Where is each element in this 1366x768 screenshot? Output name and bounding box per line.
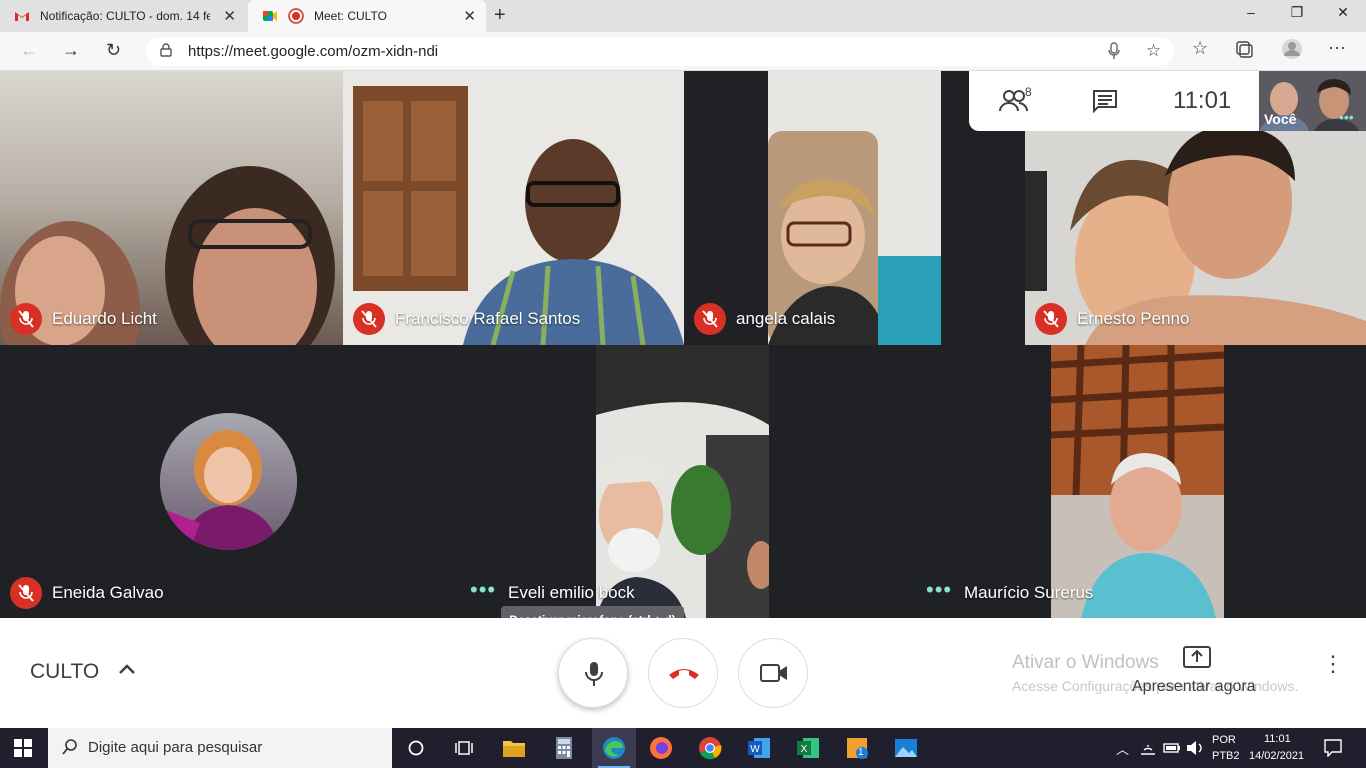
- meeting-clock: 11:01: [1173, 87, 1232, 114]
- more-options-icon[interactable]: ⋮: [1322, 653, 1344, 675]
- participant-name: Maurício Surerus: [964, 583, 1094, 602]
- tab-close-icon[interactable]: ✕: [223, 7, 236, 25]
- tab-meet[interactable]: Meet: CULTO ✕: [248, 0, 486, 32]
- keyboard-layout[interactable]: PTB2: [1212, 750, 1240, 762]
- back-icon[interactable]: ←: [20, 40, 38, 61]
- calculator-icon[interactable]: [551, 735, 577, 761]
- taskbar-date[interactable]: 14/02/2021: [1249, 750, 1304, 762]
- participant-name: Francisco Rafael Santos: [395, 309, 581, 328]
- audio-activity-icon: •••: [926, 577, 953, 602]
- browser-toolbar: ← → ↻ https://meet.google.com/ozm-xidn-n…: [0, 32, 1366, 71]
- notifications-icon[interactable]: [1324, 739, 1342, 762]
- excel-icon[interactable]: X: [795, 735, 821, 761]
- video-feed: [0, 71, 343, 345]
- meeting-title: CULTO: [30, 660, 100, 683]
- participant-name: angela calais: [736, 309, 836, 328]
- muted-mic-icon: [10, 303, 42, 335]
- tab-title: Notificação: CULTO - dom. 14 fev: [40, 9, 210, 23]
- video-feed: [596, 345, 775, 618]
- search-icon: [62, 739, 78, 760]
- microphone-permission-icon[interactable]: [1108, 42, 1120, 65]
- chrome-icon[interactable]: [697, 735, 723, 761]
- close-window-button[interactable]: ✕: [1320, 4, 1366, 21]
- participant-tile[interactable]: Francisco Rafael Santos: [343, 71, 684, 345]
- word-icon[interactable]: W: [746, 735, 772, 761]
- avatar: [160, 413, 297, 550]
- microphone-button[interactable]: [558, 638, 628, 708]
- audio-activity-icon: •••: [470, 577, 497, 602]
- taskbar-time[interactable]: 11:01: [1264, 733, 1291, 745]
- tab-gmail-notification[interactable]: Notificação: CULTO - dom. 14 fev ✕: [0, 0, 246, 32]
- recording-icon: [288, 8, 304, 24]
- collections-icon[interactable]: [1236, 41, 1254, 64]
- video-feed: [768, 71, 941, 345]
- tab-title: Meet: CULTO: [314, 9, 387, 23]
- camera-button[interactable]: [738, 638, 808, 708]
- search-placeholder: Digite aqui para pesquisar: [88, 739, 263, 756]
- participant-name: Ernesto Penno: [1077, 309, 1190, 328]
- url-text: https://meet.google.com/ozm-xidn-ndi: [188, 43, 439, 60]
- muted-mic-icon: [1035, 303, 1067, 335]
- participant-name: Eduardo Licht: [52, 309, 157, 328]
- profile-avatar[interactable]: [1281, 38, 1303, 65]
- participant-tile[interactable]: Eduardo Licht: [0, 71, 343, 345]
- muted-mic-icon: [694, 303, 726, 335]
- windows-start-icon[interactable]: [14, 739, 32, 762]
- svg-text:X: X: [801, 744, 808, 755]
- reload-icon[interactable]: ↻: [106, 40, 121, 61]
- participant-name: Eneida Galvao: [52, 583, 164, 602]
- edge-taskbar-button[interactable]: [592, 728, 636, 768]
- audio-activity-icon: •••: [1339, 109, 1354, 125]
- meet-video-grid: Eduardo Licht Francisco Rafael Santos an…: [0, 71, 1366, 618]
- gmail-icon: [14, 8, 30, 24]
- participant-name: Eveli emilio bock: [508, 583, 635, 602]
- tab-close-icon[interactable]: ✕: [463, 7, 476, 25]
- muted-mic-icon: [353, 303, 385, 335]
- leave-call-button[interactable]: [648, 638, 718, 708]
- file-explorer-icon[interactable]: [501, 735, 527, 761]
- forward-icon[interactable]: →: [62, 40, 80, 61]
- present-icon: [1183, 646, 1211, 675]
- participant-tile[interactable]: ••• Maurício Surerus: [912, 345, 1366, 618]
- meet-control-bar: CULTO Ativar o Windows Acesse Configuraç…: [0, 618, 1366, 728]
- battery-icon[interactable]: [1163, 741, 1181, 759]
- chevron-up-icon[interactable]: [118, 662, 136, 680]
- browser-tab-strip: Notificação: CULTO - dom. 14 fev ✕ Meet:…: [0, 0, 1366, 32]
- self-view-tile[interactable]: Você •••: [1259, 71, 1366, 131]
- participant-tile[interactable]: ••• Eveli emilio bock: [456, 345, 912, 618]
- cortana-icon[interactable]: [408, 740, 424, 761]
- app-icon[interactable]: 1: [844, 735, 870, 761]
- maximize-button[interactable]: ❐: [1274, 4, 1320, 21]
- svg-text:W: W: [750, 744, 760, 755]
- chat-icon[interactable]: [1092, 89, 1118, 118]
- taskbar-search[interactable]: Digite aqui para pesquisar: [48, 728, 392, 768]
- self-view-label: Você: [1264, 111, 1297, 127]
- new-tab-button[interactable]: +: [494, 4, 506, 27]
- video-feed: [1050, 345, 1225, 618]
- lock-icon: [160, 43, 172, 60]
- present-now-button[interactable]: Apresentar agora: [1132, 678, 1256, 696]
- minimize-button[interactable]: –: [1228, 4, 1274, 20]
- participant-tile[interactable]: Eneida Galvao: [0, 345, 456, 618]
- task-view-icon[interactable]: [455, 739, 473, 762]
- language-indicator[interactable]: POR: [1212, 734, 1236, 746]
- favorites-icon[interactable]: ☆: [1192, 38, 1208, 59]
- activate-windows-title: Ativar o Windows: [1012, 652, 1159, 673]
- muted-mic-icon: [10, 577, 42, 609]
- address-bar[interactable]: https://meet.google.com/ozm-xidn-ndi ☆: [146, 37, 1174, 66]
- participant-count: 8: [1025, 85, 1032, 99]
- meeting-info-panel: 8 11:01: [969, 71, 1259, 131]
- video-feed: [343, 71, 684, 345]
- more-menu-icon[interactable]: ⋯: [1328, 38, 1346, 59]
- notification-badge: 1: [858, 747, 864, 758]
- meet-icon: [262, 8, 278, 24]
- photos-icon[interactable]: [893, 735, 919, 761]
- participants-button[interactable]: 8: [999, 85, 1033, 118]
- network-icon[interactable]: [1140, 740, 1156, 761]
- volume-icon[interactable]: [1186, 740, 1204, 761]
- windows-taskbar: Digite aqui para pesquisar W X 1 ︿ POR P…: [0, 728, 1366, 768]
- favorite-add-icon[interactable]: ☆: [1146, 41, 1161, 61]
- firefox-icon[interactable]: [648, 735, 674, 761]
- tray-chevron-icon[interactable]: ︿: [1116, 739, 1129, 758]
